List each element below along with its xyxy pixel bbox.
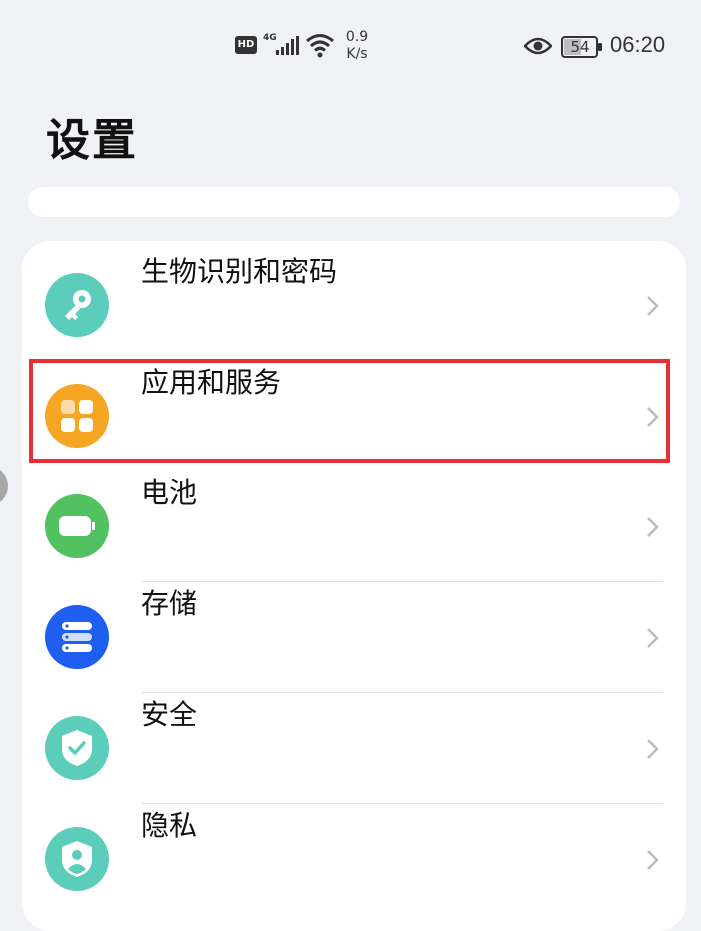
settings-item-label: 生物识别和密码 [141,255,338,288]
clock: 06:20 [610,32,666,57]
settings-item-label: 安全 [141,698,198,731]
edge-handle[interactable] [0,466,8,506]
wifi-icon [306,34,334,58]
privacy-shield-icon [45,827,109,891]
shield-check-icon [45,716,109,780]
chevron-right-icon [647,517,659,537]
search-bar[interactable] [28,187,680,217]
settings-item-battery[interactable]: 电池 [22,471,686,582]
eye-icon [524,37,552,55]
speed-unit: K/s [346,46,368,62]
page-title: 设置 [46,115,138,166]
chevron-right-icon [647,850,659,870]
highlight-box [29,359,670,463]
key-icon [45,273,109,337]
speed-value: 0.9 [345,29,369,45]
chevron-right-icon [647,628,659,648]
signal-icon [276,36,299,55]
battery-icon [45,494,109,558]
settings-item-biometrics[interactable]: 生物识别和密码 [22,250,686,361]
settings-item-label: 电池 [141,476,198,509]
settings-item-storage[interactable]: 存储 [22,582,686,693]
network-speed: 0.9 K/s [340,29,374,63]
hd-badge: HD [235,36,257,54]
settings-item-privacy[interactable]: 隐私 [22,804,686,915]
chevron-right-icon [647,296,659,316]
settings-item-security[interactable]: 安全 [22,693,686,804]
chevron-right-icon [647,739,659,759]
storage-icon [45,605,109,669]
battery-level: 54 [570,38,590,56]
settings-item-label: 隐私 [141,809,198,842]
settings-item-label: 存储 [141,587,198,620]
status-bar: HD 4G 0.9 K/s 54 06:20 [0,0,701,90]
